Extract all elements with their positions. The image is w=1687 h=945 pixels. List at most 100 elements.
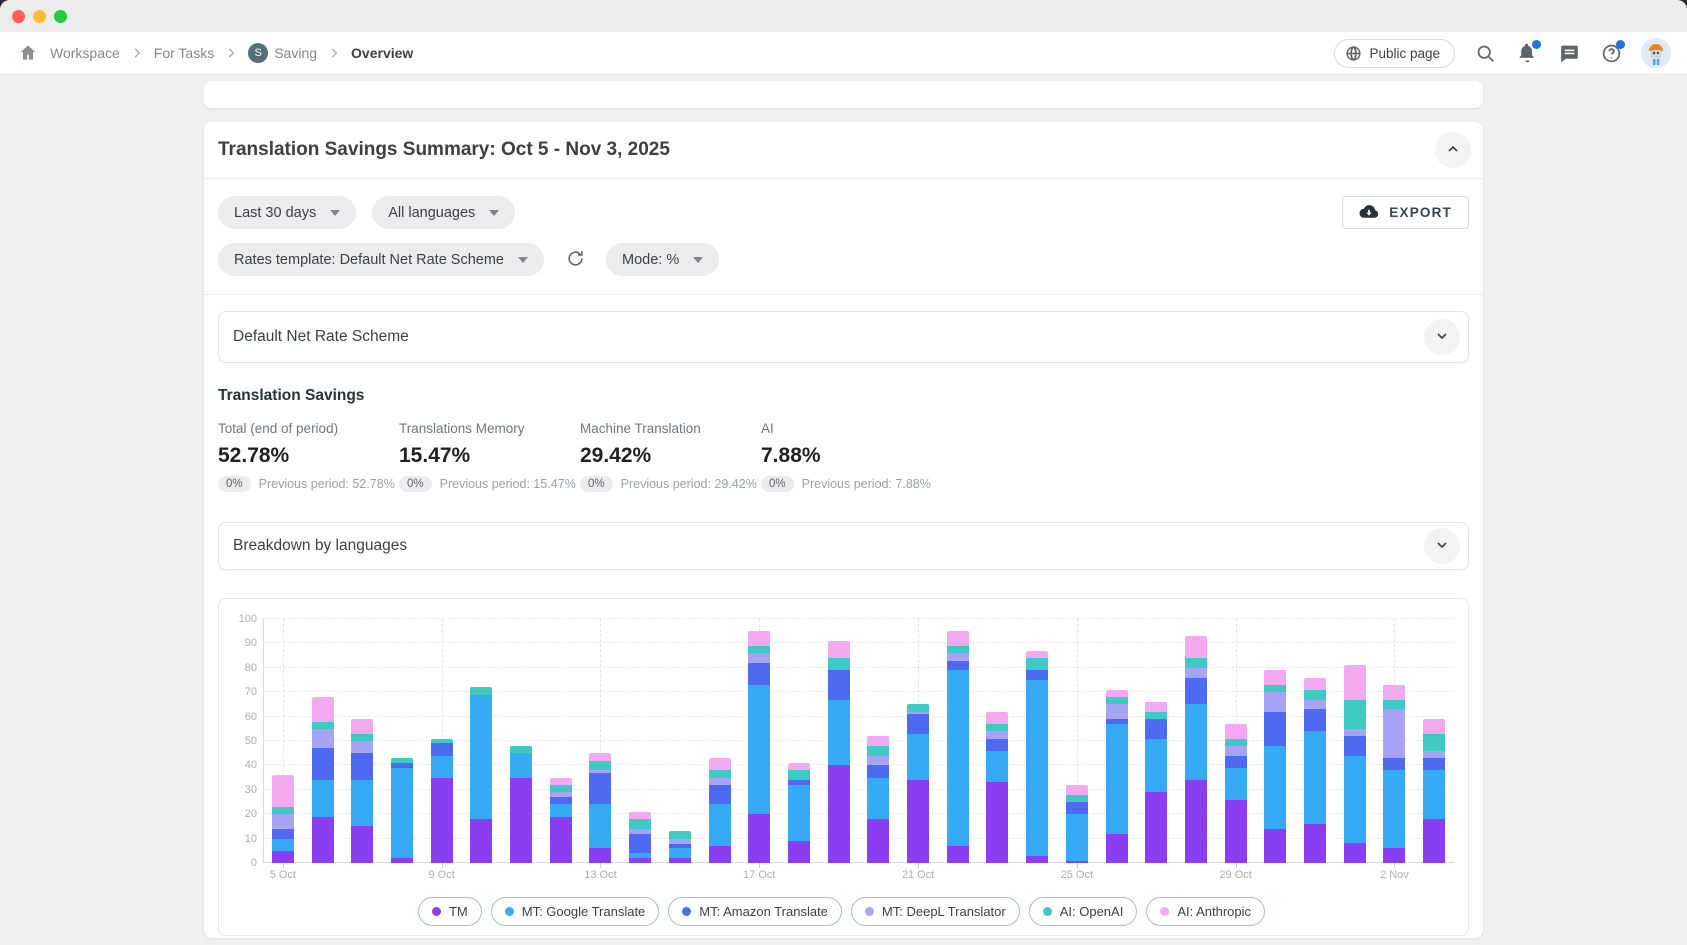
- bar-segment: [1225, 756, 1247, 768]
- stacked-bar-21-oct[interactable]: [907, 704, 929, 863]
- stacked-bar-3-nov[interactable]: [1423, 719, 1445, 863]
- legend-item-mt-amazon-translate[interactable]: MT: Amazon Translate: [668, 897, 842, 926]
- public-page-button[interactable]: Public page: [1334, 39, 1455, 68]
- stacked-bar-20-oct[interactable]: [867, 736, 889, 863]
- stacked-bar-18-oct[interactable]: [788, 763, 810, 863]
- stacked-bar-19-oct[interactable]: [828, 641, 850, 863]
- stacked-bar-27-oct[interactable]: [1145, 702, 1167, 863]
- languages-filter-dropdown[interactable]: All languages: [372, 196, 515, 229]
- stacked-bar-8-oct[interactable]: [391, 758, 413, 863]
- filters-section: Last 30 days All languages Rates templat…: [204, 179, 1483, 295]
- export-button[interactable]: EXPORT: [1342, 196, 1469, 229]
- default-net-rate-scheme-card: Default Net Rate Scheme: [218, 311, 1469, 363]
- bar-segment: [1225, 739, 1247, 746]
- refresh-button[interactable]: [560, 245, 590, 275]
- bar-segment: [1383, 770, 1405, 848]
- search-icon[interactable]: [1473, 41, 1497, 65]
- notifications-bell-icon[interactable]: [1515, 41, 1539, 65]
- bar-segment: [828, 641, 850, 658]
- stacked-bar-22-oct[interactable]: [947, 631, 969, 863]
- stacked-bar-6-oct[interactable]: [312, 697, 334, 863]
- stacked-bar-17-oct[interactable]: [748, 631, 770, 863]
- breadcrumb-overview[interactable]: Overview: [351, 45, 413, 61]
- window-zoom-button[interactable]: [54, 10, 67, 23]
- bar-segment: [1026, 670, 1048, 680]
- bar-segment: [907, 780, 929, 863]
- collapse-card-button[interactable]: [1435, 132, 1471, 168]
- stacked-bar-10-oct[interactable]: [470, 687, 492, 863]
- mode-dropdown[interactable]: Mode: %: [606, 243, 719, 276]
- bar-segment: [589, 804, 611, 848]
- bar-segment: [947, 846, 969, 863]
- bar-segment: [1264, 685, 1286, 692]
- chevron-down-icon: [1434, 328, 1450, 347]
- bar-segment: [947, 653, 969, 660]
- legend-item-ai-openai[interactable]: AI: OpenAI: [1029, 897, 1138, 926]
- stacked-bar-15-oct[interactable]: [669, 831, 691, 863]
- breadcrumb-workspace[interactable]: Workspace: [50, 45, 120, 61]
- y-tick-label: 100: [239, 613, 257, 625]
- legend-label: TM: [449, 904, 468, 919]
- legend-dot: [432, 907, 441, 916]
- bar-segment: [1264, 712, 1286, 746]
- bar-segment: [351, 826, 373, 863]
- stacked-bar-29-oct[interactable]: [1225, 724, 1247, 863]
- stacked-bar-31-oct[interactable]: [1304, 678, 1326, 863]
- legend-item-mt-deepl-translator[interactable]: MT: DeepL Translator: [851, 897, 1020, 926]
- bar-segment: [272, 807, 294, 814]
- stat-translations-memory: Translations Memory 15.47% 0% Previous p…: [399, 421, 580, 492]
- stacked-bar-11-oct[interactable]: [510, 746, 532, 863]
- bar-segment: [907, 734, 929, 780]
- user-avatar[interactable]: [1641, 38, 1671, 68]
- stacked-bar-2-nov[interactable]: [1383, 685, 1405, 863]
- stacked-bar-7-oct[interactable]: [351, 719, 373, 863]
- x-tick-label: 5 Oct: [270, 869, 296, 881]
- bar-segment: [788, 770, 810, 780]
- stacked-bar-25-oct[interactable]: [1066, 785, 1088, 863]
- window-close-button[interactable]: [12, 10, 25, 23]
- stacked-bar-14-oct[interactable]: [629, 812, 651, 863]
- chart-plot: 5 Oct9 Oct13 Oct17 Oct21 Oct25 Oct29 Oct…: [263, 619, 1454, 863]
- window-minimize-button[interactable]: [33, 10, 46, 23]
- bar-segment: [1026, 651, 1048, 658]
- legend-item-tm[interactable]: TM: [418, 897, 482, 926]
- bar-segment: [470, 819, 492, 863]
- legend-item-mt-google-translate[interactable]: MT: Google Translate: [491, 897, 660, 926]
- x-tick-label: 21 Oct: [902, 869, 934, 881]
- messages-icon[interactable]: [1557, 41, 1581, 65]
- stacked-bar-30-oct[interactable]: [1264, 670, 1286, 863]
- bar-segment: [828, 658, 850, 670]
- stacked-bar-28-oct[interactable]: [1185, 636, 1207, 863]
- legend-dot: [1043, 907, 1052, 916]
- bar-segment: [1026, 856, 1048, 863]
- home-icon[interactable]: [16, 41, 40, 65]
- stacked-bar-1-nov[interactable]: [1344, 665, 1366, 863]
- bar-segment: [788, 841, 810, 863]
- x-tick-label: 13 Oct: [584, 869, 616, 881]
- expand-breakdown-button[interactable]: [1424, 528, 1460, 564]
- legend-label: AI: OpenAI: [1060, 904, 1124, 919]
- breadcrumb-saving[interactable]: S Saving: [248, 43, 317, 63]
- expand-scheme-button[interactable]: [1424, 319, 1460, 355]
- bar-segment: [629, 812, 651, 819]
- bar-segment: [1304, 678, 1326, 690]
- stacked-bar-5-oct[interactable]: [272, 775, 294, 863]
- breadcrumb-for-tasks[interactable]: For Tasks: [154, 45, 214, 61]
- stacked-bar-9-oct[interactable]: [431, 739, 453, 863]
- stacked-bar-26-oct[interactable]: [1106, 690, 1128, 863]
- rates-template-dropdown[interactable]: Rates template: Default Net Rate Scheme: [218, 243, 544, 276]
- bar-segment: [272, 839, 294, 851]
- stacked-bar-13-oct[interactable]: [589, 753, 611, 863]
- stacked-bar-16-oct[interactable]: [709, 758, 731, 863]
- bar-segment: [709, 778, 731, 785]
- legend-item-ai-anthropic[interactable]: AI: Anthropic: [1146, 897, 1265, 926]
- stacked-bar-23-oct[interactable]: [986, 712, 1008, 863]
- help-icon[interactable]: [1599, 41, 1623, 65]
- stacked-bar-12-oct[interactable]: [550, 778, 572, 863]
- stacked-bar-24-oct[interactable]: [1026, 651, 1048, 863]
- bar-segment: [947, 646, 969, 653]
- legend-dot: [682, 907, 691, 916]
- bar-segment: [1145, 712, 1167, 719]
- bar-segment: [312, 780, 334, 817]
- period-filter-dropdown[interactable]: Last 30 days: [218, 196, 356, 229]
